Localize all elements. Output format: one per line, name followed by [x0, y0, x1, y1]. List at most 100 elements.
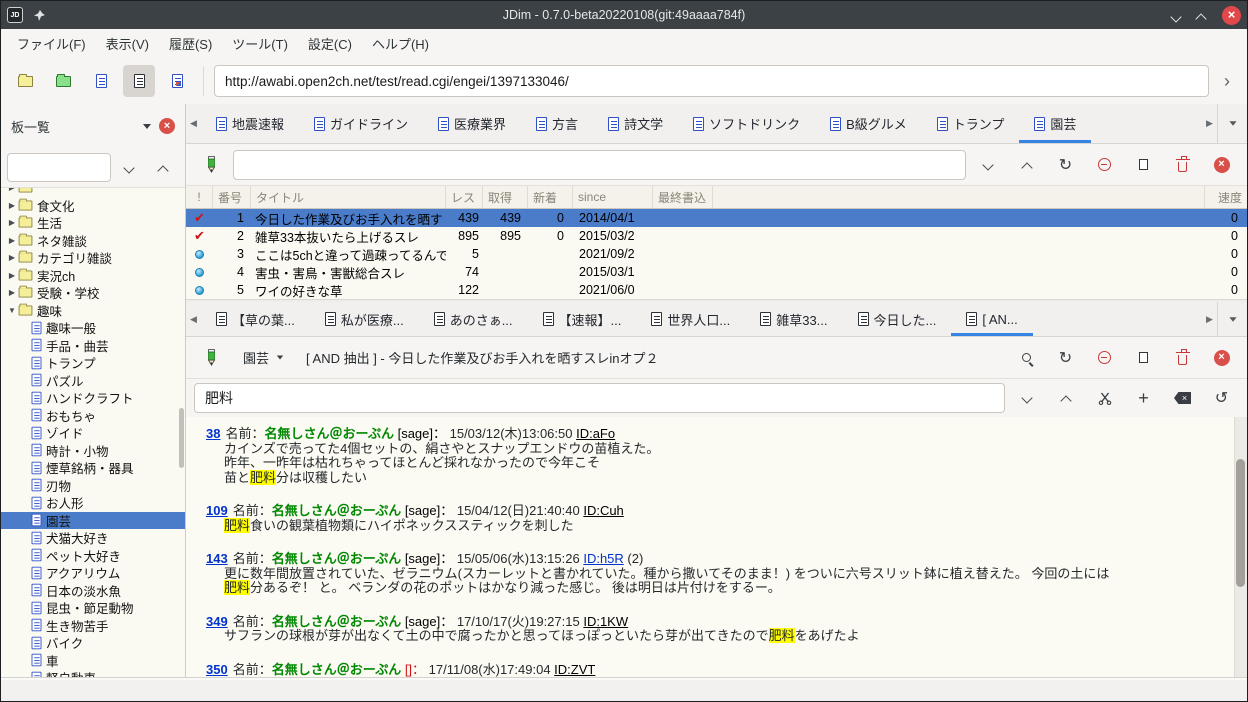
- thread-row[interactable]: 4害虫・害鳥・害獣総合スレ742015/03/10: [186, 263, 1247, 281]
- clear-button[interactable]: ×: [1165, 383, 1200, 413]
- tree-item-category[interactable]: ▶受験・学校: [1, 284, 185, 302]
- tree-item-board[interactable]: 昆虫・節足動物: [1, 599, 185, 617]
- tree-item-board[interactable]: 日本の淡水魚: [1, 582, 185, 600]
- tree-item-board[interactable]: 煙草銘柄・器具: [1, 459, 185, 477]
- boardlist-sidebar-button[interactable]: [9, 65, 41, 97]
- tree-item-board[interactable]: ハンドクラフト: [1, 389, 185, 407]
- close-tab-button[interactable]: ×: [1204, 343, 1239, 373]
- board-tab[interactable]: トランプ: [922, 104, 1020, 143]
- board-tab[interactable]: 園芸: [1019, 104, 1091, 143]
- tree-item-board[interactable]: パズル: [1, 372, 185, 390]
- board-tab[interactable]: 医療業界: [423, 104, 521, 143]
- menu-item[interactable]: 履歴(S): [159, 29, 222, 58]
- extract-button[interactable]: [1087, 383, 1122, 413]
- add-keyword-button[interactable]: +: [1126, 383, 1161, 413]
- board-tabs-menu-button[interactable]: [1217, 104, 1247, 143]
- tree-item-board[interactable]: ゾイド: [1, 424, 185, 442]
- delete-button[interactable]: [1165, 150, 1200, 180]
- thread-row[interactable]: ✔2雑草33本抜いたら上げるスレ89589502015/03/20: [186, 227, 1247, 245]
- thread-write-button[interactable]: [194, 343, 229, 373]
- post-number-link[interactable]: 349: [206, 614, 228, 629]
- menu-item[interactable]: ツール(T): [222, 29, 298, 58]
- column-got[interactable]: 取得: [483, 186, 528, 208]
- expand-icon[interactable]: ▶: [6, 271, 18, 280]
- tree-item-category[interactable]: ▶: [1, 187, 185, 197]
- thread-scrollbar[interactable]: [1234, 417, 1247, 677]
- menu-item[interactable]: ファイル(F): [7, 29, 96, 58]
- board-tab[interactable]: 地震速報: [201, 104, 299, 143]
- sidebar-filter-field[interactable]: [7, 153, 111, 182]
- tree-item-board[interactable]: トランプ: [1, 354, 185, 372]
- board-dropdown-button[interactable]: 園芸: [233, 343, 294, 373]
- tree-item-category[interactable]: ▶カテゴリ雑談: [1, 249, 185, 267]
- tree-item-category[interactable]: ▶ネタ雑談: [1, 232, 185, 250]
- url-bar[interactable]: [214, 65, 1209, 97]
- panel-toggle-button[interactable]: ›: [1215, 71, 1239, 92]
- tree-item-board[interactable]: 犬猫大好き: [1, 529, 185, 547]
- thread-row[interactable]: 5ワイの好きな草1222021/06/00: [186, 281, 1247, 299]
- tree-item-board[interactable]: 園芸: [1, 512, 185, 530]
- menu-item[interactable]: 表示(V): [96, 29, 159, 58]
- expand-icon[interactable]: ▶: [6, 218, 18, 227]
- tree-item-board[interactable]: アクアリウム: [1, 564, 185, 582]
- tree-item-board[interactable]: 刃物: [1, 477, 185, 495]
- board-tab[interactable]: 詩文学: [593, 104, 678, 143]
- board-tab[interactable]: ソフトドリンク: [678, 104, 815, 143]
- stop-button[interactable]: [1087, 150, 1122, 180]
- thread-row[interactable]: ✔1今日した作業及びお手入れを晒す43943902014/04/10: [186, 209, 1247, 227]
- tree-item-board[interactable]: 車: [1, 652, 185, 670]
- thread-tab[interactable]: 【速報】...: [528, 302, 637, 336]
- tree-item-board[interactable]: ペット大好き: [1, 547, 185, 565]
- tree-item-board[interactable]: 軽自動車: [1, 669, 185, 677]
- delete-button[interactable]: [1165, 343, 1200, 373]
- expand-icon[interactable]: ▶: [6, 236, 18, 245]
- tree-item-category[interactable]: ▶生活: [1, 214, 185, 232]
- thread-tabs-menu-button[interactable]: [1217, 302, 1247, 336]
- copy-button[interactable]: [1126, 150, 1161, 180]
- expand-icon[interactable]: ▶: [6, 187, 18, 192]
- menu-item[interactable]: 設定(C): [298, 29, 362, 58]
- sidebar-search-down-button[interactable]: [113, 153, 145, 182]
- expand-icon[interactable]: ▶: [6, 288, 18, 297]
- tree-item-category[interactable]: ▶実況ch: [1, 267, 185, 285]
- board-tab[interactable]: ガイドライン: [299, 104, 423, 143]
- search-button[interactable]: [1009, 343, 1044, 373]
- column-speed[interactable]: 速度: [1205, 186, 1247, 208]
- tree-item-category[interactable]: ▶食文化: [1, 197, 185, 215]
- column-new[interactable]: 新着: [528, 186, 573, 208]
- sidebar-close-button[interactable]: ×: [159, 118, 175, 134]
- search-prev-button[interactable]: [1048, 383, 1083, 413]
- tabs-scroll-right-button[interactable]: ▶: [1202, 302, 1217, 336]
- list-search-up-button[interactable]: [1009, 150, 1044, 180]
- thread-row[interactable]: 3ここは5chと違って過疎ってるんで52021/09/20: [186, 245, 1247, 263]
- tree-item-category[interactable]: ▼趣味: [1, 302, 185, 320]
- image-view-button[interactable]: [161, 65, 193, 97]
- board-tab[interactable]: B級グルメ: [815, 104, 922, 143]
- reload-button[interactable]: ↻: [1048, 150, 1083, 180]
- tree-item-board[interactable]: 時計・小物: [1, 442, 185, 460]
- stop-button[interactable]: [1087, 343, 1122, 373]
- thread-list-search-field[interactable]: [233, 150, 966, 180]
- tree-item-board[interactable]: バイク: [1, 634, 185, 652]
- thread-tab[interactable]: 私が医療...: [310, 302, 419, 336]
- tree-item-board[interactable]: 趣味一般: [1, 319, 185, 337]
- menu-item[interactable]: ヘルプ(H): [362, 29, 439, 58]
- url-input[interactable]: [225, 74, 1198, 89]
- tree-item-board[interactable]: 生き物苦手: [1, 617, 185, 635]
- post-search-input[interactable]: [205, 390, 994, 406]
- column-last-write[interactable]: 最終書込: [653, 186, 713, 208]
- close-tab-button[interactable]: ×: [1204, 150, 1239, 180]
- collapse-icon[interactable]: ▼: [6, 306, 18, 315]
- tabs-scroll-right-button[interactable]: ▶: [1202, 104, 1217, 143]
- post-number-link[interactable]: 143: [206, 551, 228, 566]
- column-mark[interactable]: !: [186, 186, 213, 208]
- board-tab[interactable]: 方言: [521, 104, 593, 143]
- search-next-button[interactable]: [1009, 383, 1044, 413]
- minimize-button[interactable]: [1172, 11, 1181, 20]
- sidebar-search-up-button[interactable]: [147, 153, 179, 182]
- thread-list-search-input[interactable]: [244, 157, 955, 172]
- thread-list-view-button[interactable]: [85, 65, 117, 97]
- undo-button[interactable]: ↺: [1204, 383, 1239, 413]
- board-write-button[interactable]: [194, 150, 229, 180]
- tree-item-board[interactable]: お人形: [1, 494, 185, 512]
